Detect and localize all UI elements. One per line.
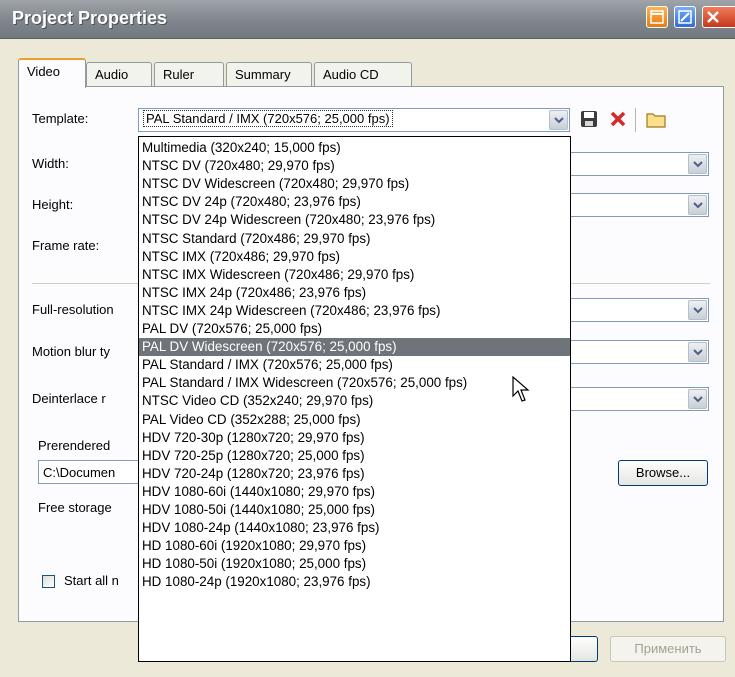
dropdown-option[interactable]: NTSC DV 24p (720x480; 23,976 fps) [139, 193, 570, 211]
close-button[interactable] [702, 6, 735, 28]
fullres-label: Full-resolution [32, 302, 114, 317]
template-dropdown-list[interactable]: Multimedia (320x240; 15,000 fps) NTSC DV … [138, 136, 571, 662]
dropdown-option[interactable]: HDV 1080-50i (1440x1080; 25,000 fps) [139, 501, 570, 519]
tab-video[interactable]: Video [18, 58, 86, 88]
motionblur-label: Motion blur ty [32, 344, 111, 359]
dropdown-arrow-icon [693, 307, 703, 314]
prerendered-path-value: C:\Documen [43, 465, 116, 480]
help-button[interactable] [646, 6, 668, 28]
mouse-cursor-icon [512, 376, 530, 402]
height-dropdown-button[interactable] [688, 195, 707, 215]
project-properties-dialog: Project Properties Video Audio Ruler Sum… [0, 0, 735, 677]
dropdown-option[interactable]: NTSC IMX 24p Widescreen (720x486; 23,976… [139, 302, 570, 320]
height-label: Height: [32, 197, 74, 212]
delete-icon[interactable] [609, 110, 627, 128]
dropdown-option[interactable]: HDV 720-25p (1280x720; 25,000 fps) [139, 447, 570, 465]
deinterlace-label: Deinterlace r [32, 391, 106, 406]
folder-icon[interactable] [645, 110, 667, 128]
apply-button[interactable]: Применить [610, 636, 726, 662]
template-dropdown-button[interactable] [549, 110, 568, 130]
dropdown-option[interactable]: HD 1080-50i (1920x1080; 25,000 fps) [139, 555, 570, 573]
toolbar-separator [635, 108, 636, 132]
dropdown-arrow-icon [693, 161, 703, 168]
help-icon [650, 10, 664, 24]
dropdown-option[interactable]: NTSC IMX Widescreen (720x486; 29,970 fps… [139, 266, 570, 284]
save-icon[interactable] [580, 110, 598, 128]
framerate-label: Frame rate: [32, 238, 100, 253]
dropdown-option[interactable]: NTSC DV Widescreen (720x480; 29,970 fps) [139, 175, 570, 193]
fullres-dropdown-button[interactable] [688, 300, 707, 320]
dropdown-option[interactable]: NTSC Standard (720x486; 29,970 fps) [139, 230, 570, 248]
dropdown-option[interactable]: NTSC IMX (720x486; 29,970 fps) [139, 248, 570, 266]
dropdown-option[interactable]: HDV 720-24p (1280x720; 23,976 fps) [139, 465, 570, 483]
dropdown-arrow-icon [693, 202, 703, 209]
close-icon [707, 11, 719, 23]
width-dropdown-button[interactable] [688, 154, 707, 174]
dropdown-arrow-icon [693, 396, 703, 403]
dropdown-option[interactable]: HD 1080-60i (1920x1080; 29,970 fps) [139, 537, 570, 555]
tab-audio-cd[interactable]: Audio CD [314, 62, 412, 86]
dropdown-option[interactable]: HDV 1080-60i (1440x1080; 29,970 fps) [139, 483, 570, 501]
prerendered-label: Prerendered [38, 438, 111, 453]
deinterlace-dropdown-button[interactable] [688, 389, 707, 409]
dropdown-option[interactable]: PAL Standard / IMX Widescreen (720x576; … [139, 374, 570, 392]
dropdown-arrow-icon [693, 349, 703, 356]
dropdown-option[interactable]: HDV 1080-24p (1440x1080; 23,976 fps) [139, 519, 570, 537]
dropdown-arrow-icon [554, 117, 564, 124]
dropdown-option[interactable]: NTSC Video CD (352x240; 29,970 fps) [139, 392, 570, 410]
dropdown-option[interactable]: NTSC IMX 24p (720x486; 23,976 fps) [139, 284, 570, 302]
tab-audio[interactable]: Audio [86, 62, 152, 86]
template-label: Template: [32, 111, 89, 126]
dropdown-option[interactable]: PAL DV Widescreen (720x576; 25,000 fps) [139, 338, 570, 357]
tab-ruler[interactable]: Ruler [154, 62, 224, 86]
dropdown-option[interactable]: Multimedia (320x240; 15,000 fps) [139, 139, 570, 157]
browse-button[interactable]: Browse... [618, 460, 708, 486]
free-storage-label: Free storage [38, 500, 112, 515]
start-all-label: Start all n [64, 573, 119, 588]
template-combo[interactable]: PAL Standard / IMX (720x576; 25,000 fps) [138, 108, 570, 132]
template-value: PAL Standard / IMX (720x576; 25,000 fps) [143, 110, 393, 127]
dropdown-option[interactable]: HD 1080-24p (1920x1080; 23,976 fps) [139, 573, 570, 591]
dropdown-option[interactable]: PAL Video CD (352x288; 25,000 fps) [139, 411, 570, 429]
maximize-icon [678, 10, 692, 24]
dropdown-option[interactable]: PAL Standard / IMX (720x576; 25,000 fps) [139, 356, 570, 374]
dropdown-option[interactable]: NTSC DV 24p Widescreen (720x480; 23,976 … [139, 211, 570, 229]
motionblur-dropdown-button[interactable] [688, 342, 707, 362]
width-label: Width: [32, 156, 69, 171]
dropdown-option[interactable]: PAL DV (720x576; 25,000 fps) [139, 320, 570, 338]
dropdown-option[interactable]: HDV 720-30p (1280x720; 29,970 fps) [139, 429, 570, 447]
maximize-button[interactable] [674, 6, 696, 28]
dropdown-option[interactable]: NTSC DV (720x480; 29,970 fps) [139, 157, 570, 175]
tab-summary[interactable]: Summary [226, 62, 312, 86]
start-all-checkbox[interactable] [42, 575, 55, 588]
title-bar[interactable]: Project Properties [0, 0, 735, 39]
prerendered-path-field[interactable]: C:\Documen [38, 460, 148, 484]
window-title: Project Properties [12, 8, 168, 28]
